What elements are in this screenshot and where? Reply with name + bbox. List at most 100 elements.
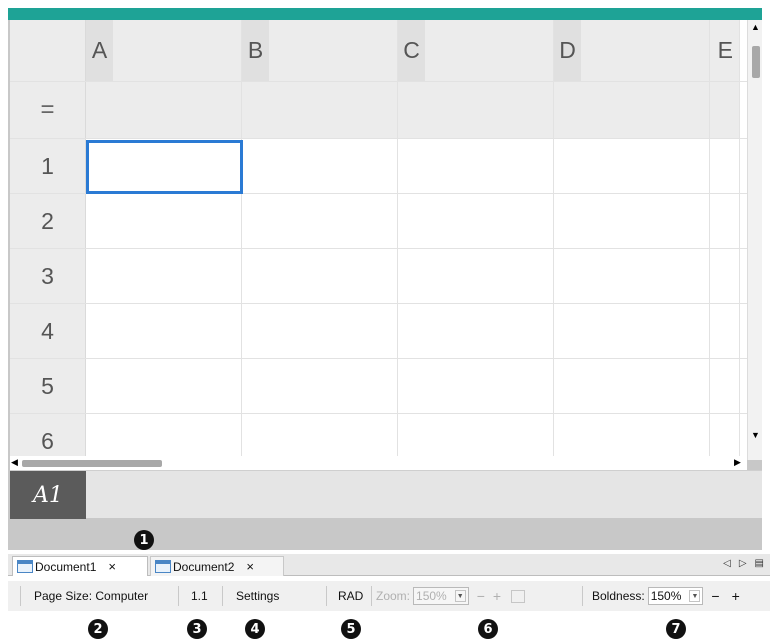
cell[interactable] [242,414,398,460]
row-header[interactable]: 3 [10,249,86,303]
settings-button[interactable]: Settings [236,581,279,611]
spreadsheet-grid[interactable]: A B C D E = 1 2 3 4 5 6 [10,20,747,460]
cell[interactable] [398,194,554,248]
cell[interactable] [242,359,398,413]
page-number[interactable]: 1.1 [191,581,208,611]
cell[interactable] [710,359,740,413]
table-row: 3 [10,249,747,304]
callout-4: 4 [245,619,265,639]
tab-scroll-right-icon[interactable]: ▷ [739,558,747,569]
scroll-up-arrow-icon[interactable]: ▲ [751,22,760,32]
zoom-in-button: + [492,588,502,604]
divider [222,586,223,606]
status-bar: Page Size: Computer 1.1 Settings RAD Zoo… [8,581,770,611]
column-header-a[interactable]: A [86,20,242,81]
cell[interactable] [398,414,554,460]
cell[interactable] [242,194,398,248]
tab-document2[interactable]: Document2 × [150,556,284,576]
cell[interactable] [242,139,398,193]
fit-to-window-icon [511,589,526,603]
column-header-e[interactable]: E [710,20,740,81]
close-icon[interactable]: × [108,559,116,574]
column-label: B [242,20,269,81]
cell[interactable] [710,194,740,248]
cell[interactable] [710,249,740,303]
vertical-scroll-thumb[interactable] [752,46,760,78]
cell[interactable] [86,194,242,248]
zoom-select: 150% ▼ [413,587,469,605]
formula-cell[interactable] [710,82,740,138]
app-frame: A B C D E = 1 2 3 4 5 6 ▲ ▼ ◀ ▶ A1 [8,8,762,550]
row-header[interactable]: 1 [10,139,86,193]
cell[interactable] [554,194,710,248]
boldness-decrease-button[interactable]: − [711,588,719,604]
divider [20,586,21,606]
tab-navigation: ◁ ▷ ▤ [723,558,764,569]
angle-mode-button[interactable]: RAD [338,581,363,611]
formula-cell[interactable] [242,82,398,138]
table-row: 2 [10,194,747,249]
formula-row-header[interactable]: = [10,82,86,138]
zoom-control: Zoom: 150% ▼ − + [376,581,526,611]
formula-cell[interactable] [86,82,242,138]
chevron-down-icon: ▼ [454,590,466,602]
boldness-increase-button[interactable]: + [732,588,740,604]
tab-list-icon[interactable]: ▤ [755,558,764,569]
formula-cell[interactable] [554,82,710,138]
tab-scroll-left-icon[interactable]: ◁ [723,558,731,569]
cell[interactable] [242,304,398,358]
row-header[interactable]: 2 [10,194,86,248]
column-label: C [398,20,425,81]
formula-row: = [10,82,747,139]
cell[interactable] [554,359,710,413]
zoom-label: Zoom: [376,589,411,603]
cell[interactable] [86,414,242,460]
column-label: A [86,20,113,81]
cell[interactable] [554,139,710,193]
cell[interactable] [398,249,554,303]
cell[interactable] [398,139,554,193]
app-accent-bar [8,8,762,20]
horizontal-scrollbar[interactable]: ◀ ▶ [10,456,747,470]
callout-1: 1 [134,530,154,550]
column-header-b[interactable]: B [242,20,398,81]
entry-line[interactable]: A1 [10,470,762,519]
cell[interactable] [554,414,710,460]
scroll-right-arrow-icon[interactable]: ▶ [734,457,741,468]
row-header[interactable]: 6 [10,414,86,460]
corner-cell[interactable] [10,20,86,81]
cell[interactable] [86,359,242,413]
horizontal-scroll-thumb[interactable] [22,460,162,467]
cell[interactable] [86,249,242,303]
zoom-value: 150% [416,589,447,603]
cell[interactable] [554,304,710,358]
cell[interactable] [398,359,554,413]
callout-2: 2 [88,619,108,639]
zoom-out-button: − [476,588,485,604]
cell[interactable] [242,249,398,303]
scroll-down-arrow-icon[interactable]: ▼ [751,430,760,440]
column-header-d[interactable]: D [554,20,710,81]
cell[interactable] [398,304,554,358]
selected-cell-a1[interactable] [86,140,243,194]
close-icon[interactable]: × [246,559,254,574]
tab-document1[interactable]: Document1 × [12,556,148,576]
formula-cell[interactable] [398,82,554,138]
row-header[interactable]: 4 [10,304,86,358]
cell[interactable] [710,139,740,193]
cell[interactable] [710,414,740,460]
boldness-select[interactable]: 150% ▼ [647,587,704,605]
vertical-scrollbar[interactable]: ▲ ▼ [747,20,762,460]
cell[interactable] [710,304,740,358]
column-label: E [717,37,733,63]
column-header-row: A B C D E [10,20,747,82]
divider [326,586,327,606]
cell[interactable] [86,304,242,358]
column-header-c[interactable]: C [398,20,554,81]
page-size-button[interactable]: Page Size: Computer [34,581,148,611]
scroll-left-arrow-icon[interactable]: ◀ [11,457,18,468]
cell[interactable] [554,249,710,303]
row-header[interactable]: 5 [10,359,86,413]
chevron-down-icon[interactable]: ▼ [689,590,701,602]
cell-reference: A1 [10,471,86,519]
